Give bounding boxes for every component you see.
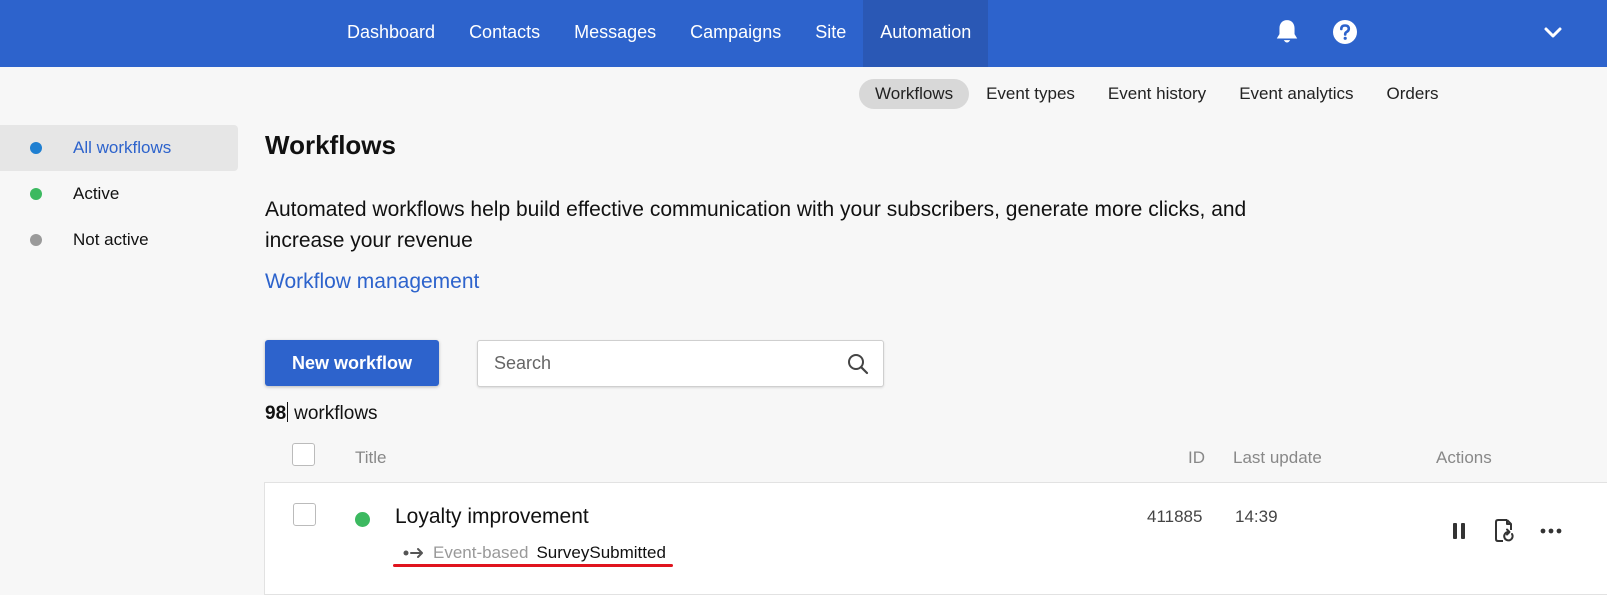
page-title: Workflows (265, 130, 396, 160)
sidebar-item-active[interactable]: Active (0, 171, 238, 217)
sub-navigation: Workflows Event types Event history Even… (859, 79, 1456, 109)
status-active-icon (355, 512, 370, 527)
column-header-actions: Actions (1436, 448, 1492, 467)
top-navigation-bar: Dashboard Contacts Messages Campaigns Si… (0, 0, 1607, 67)
restart-icon[interactable] (1491, 517, 1519, 545)
chevron-down-icon[interactable] (1541, 22, 1565, 44)
workflow-count-label: workflows (294, 403, 378, 424)
trigger-event-name: SurveySubmitted (536, 543, 666, 562)
nav-contacts[interactable]: Contacts (452, 0, 557, 67)
bell-icon[interactable] (1274, 18, 1300, 46)
workflow-id: 411885 (1147, 507, 1203, 526)
select-all-checkbox[interactable] (292, 443, 315, 466)
nav-messages[interactable]: Messages (557, 0, 673, 67)
search-icon[interactable] (847, 353, 869, 375)
tab-event-history[interactable]: Event history (1092, 79, 1222, 109)
column-header-last-update[interactable]: Last update (1233, 448, 1322, 468)
workflow-count-number: 98 (265, 403, 287, 424)
new-workflow-button[interactable]: New workflow (265, 340, 439, 386)
workflow-title[interactable]: Loyalty improvement (395, 505, 589, 529)
nav-automation[interactable]: Automation (863, 0, 989, 67)
column-header-id[interactable]: ID (1188, 448, 1205, 468)
highlight-underline (393, 564, 673, 567)
workflow-count: 98 workflows (265, 402, 378, 425)
sidebar-item-label: Not active (73, 230, 149, 249)
sidebar-item-label: Active (73, 184, 120, 203)
nav-dashboard[interactable]: Dashboard (330, 0, 452, 67)
text-cursor (287, 402, 289, 422)
sidebar-item-not-active[interactable]: Not active (0, 217, 238, 263)
search-box (477, 340, 884, 387)
status-dot-icon (30, 234, 42, 246)
tab-orders[interactable]: Orders (1371, 79, 1455, 109)
nav-campaigns[interactable]: Campaigns (673, 0, 798, 67)
nav-site[interactable]: Site (798, 0, 863, 67)
sidebar: All workflows Active Not active (0, 125, 238, 263)
trigger-type-label: Event-based (433, 543, 529, 562)
status-dot-icon (30, 188, 42, 200)
page-description: Automated workflows help build effective… (265, 198, 1247, 252)
tab-workflows[interactable]: Workflows (859, 79, 970, 109)
workflow-last-update: 14:39 (1235, 507, 1278, 526)
event-arrow-icon (403, 548, 423, 558)
pause-icon[interactable] (1445, 517, 1473, 545)
tab-event-analytics[interactable]: Event analytics (1223, 79, 1369, 109)
workflow-management-link[interactable]: Workflow management (265, 270, 479, 294)
more-icon[interactable] (1537, 517, 1565, 545)
tab-event-types[interactable]: Event types (970, 79, 1091, 109)
workflow-trigger: Event-based SurveySubmitted (403, 543, 666, 563)
column-header-title[interactable]: Title (355, 448, 387, 468)
table-row: Loyalty improvement Event-based SurveySu… (264, 482, 1607, 595)
help-icon[interactable] (1332, 18, 1358, 46)
status-dot-icon (30, 142, 42, 154)
sidebar-item-all-workflows[interactable]: All workflows (0, 125, 238, 171)
main-nav: Dashboard Contacts Messages Campaigns Si… (330, 0, 989, 67)
sidebar-item-label: All workflows (73, 138, 172, 157)
search-input[interactable] (494, 341, 834, 386)
row-checkbox[interactable] (293, 503, 316, 526)
